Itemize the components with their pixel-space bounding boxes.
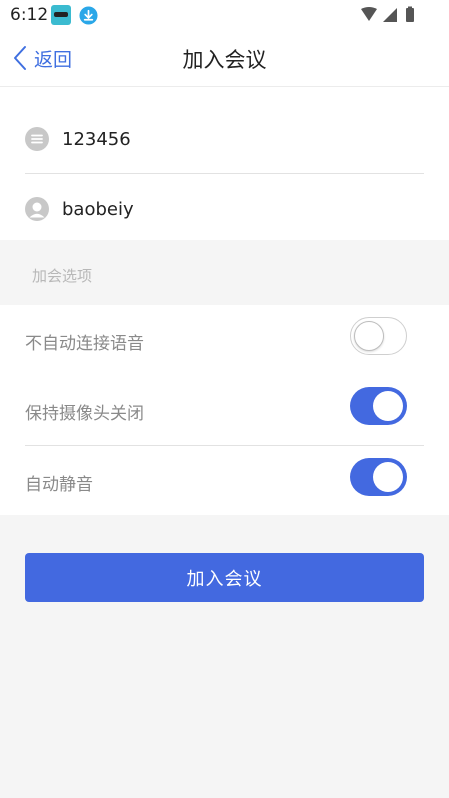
nickname-row — [25, 175, 424, 243]
options-section-label: 加会选项 — [32, 267, 93, 285]
join-meeting-button[interactable]: 加入会议 — [25, 553, 424, 602]
meeting-id-row — [25, 105, 424, 174]
nickname-input[interactable] — [62, 198, 402, 220]
app-notification-icon — [51, 5, 71, 25]
toggle-knob — [354, 321, 384, 351]
join-form — [0, 87, 449, 240]
option-auto-audio: 不自动连接语音 — [25, 305, 424, 375]
options-section-header: 加会选项 — [0, 240, 449, 305]
toggle-knob — [373, 462, 403, 492]
option-camera-off: 保持摄像头关闭 — [25, 375, 424, 446]
user-icon — [25, 197, 49, 221]
list-icon — [25, 127, 49, 151]
auto-mute-toggle[interactable] — [350, 458, 407, 496]
option-auto-mute: 自动静音 — [25, 446, 424, 516]
auto-audio-toggle[interactable] — [350, 317, 407, 355]
download-icon — [79, 6, 98, 25]
toggle-knob — [373, 391, 403, 421]
option-label: 不自动连接语音 — [25, 334, 144, 354]
options-list: 不自动连接语音 保持摄像头关闭 自动静音 — [0, 305, 449, 515]
status-bar: 6:12 — [0, 0, 449, 30]
meeting-id-input[interactable] — [62, 128, 402, 150]
option-label: 保持摄像头关闭 — [25, 404, 144, 424]
nav-bar: 返回 加入会议 — [0, 30, 449, 87]
page-title: 加入会议 — [182, 48, 267, 72]
system-status-icons — [361, 6, 414, 22]
status-time: 6:12 — [10, 5, 49, 25]
option-label: 自动静音 — [25, 475, 93, 495]
camera-off-toggle[interactable] — [350, 387, 407, 425]
